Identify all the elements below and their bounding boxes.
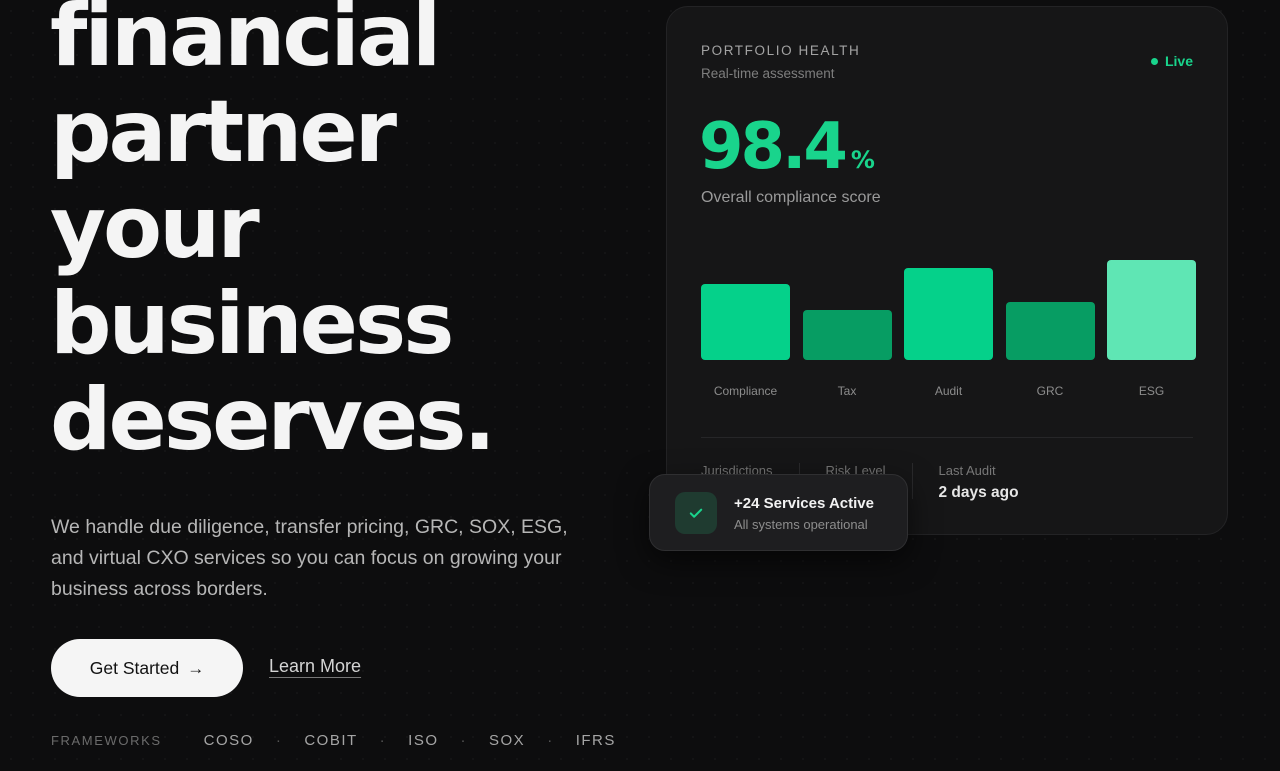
hero-description: We handle due diligence, transfer pricin…: [51, 516, 568, 600]
score-unit: %: [850, 146, 875, 174]
toast-subtitle: All systems operational: [734, 517, 868, 532]
card-divider: [701, 437, 1193, 438]
compliance-bar-chart: [701, 217, 1196, 360]
bar-audit: [904, 268, 993, 360]
portfolio-health-card: PORTFOLIO HEALTH Real-time assessment Li…: [666, 6, 1228, 535]
compliance-score: 98.4 %: [699, 107, 875, 187]
framework-item: SOX: [489, 732, 526, 749]
get-started-label: Get Started: [89, 657, 180, 678]
toast-title: +24 Services Active: [734, 495, 874, 512]
frameworks-label: FRAMEWORKS: [51, 733, 162, 748]
bar-label: Tax: [837, 384, 857, 398]
bar-compliance: [701, 284, 790, 360]
stat-label: Last Audit: [938, 463, 996, 478]
bar-tax: [802, 310, 892, 360]
live-badge: Live: [1150, 53, 1193, 69]
bar-label: ESG: [1138, 384, 1165, 398]
live-dot-icon: [1150, 57, 1158, 65]
card-title: PORTFOLIO HEALTH: [701, 43, 861, 58]
card-subtitle: Real-time assessment: [701, 66, 835, 81]
bar-esg: [1107, 260, 1196, 360]
arrow-right-icon: →: [187, 658, 205, 678]
headline-line: partner: [50, 82, 397, 182]
get-started-button[interactable]: Get Started →: [51, 639, 243, 697]
headline-line: deserves.: [50, 370, 496, 470]
learn-more-link[interactable]: Learn More: [269, 656, 361, 677]
bar-label: Audit: [934, 384, 963, 398]
bar-chart-labels: Compliance Tax Audit GRC ESG: [701, 384, 1196, 404]
framework-item: IFRS: [575, 732, 616, 749]
headline-line: your: [50, 178, 260, 278]
stat-value: 2 days ago: [938, 484, 1019, 501]
headline-line: financial: [50, 0, 441, 86]
score-caption: Overall compliance score: [701, 189, 881, 206]
framework-item: ISO: [408, 732, 439, 749]
stat-last-audit: Last Audit 2 days ago: [938, 463, 1045, 501]
frameworks-row: FRAMEWORKS COSO · COBIT · ISO · SOX · IF…: [51, 732, 616, 749]
framework-item: COBIT: [304, 732, 358, 749]
framework-separator: ·: [547, 732, 554, 749]
framework-separator: ·: [379, 732, 387, 749]
bar-label: GRC: [1036, 384, 1064, 398]
live-label: Live: [1164, 53, 1193, 69]
bar-grc: [1005, 302, 1095, 360]
check-icon: [675, 492, 717, 534]
bar-label: Compliance: [713, 384, 778, 398]
services-active-toast: +24 Services Active All systems operatio…: [649, 474, 908, 551]
framework-separator: ·: [460, 732, 467, 749]
score-value: 98.4: [699, 110, 848, 184]
headline-line: business: [50, 274, 454, 374]
framework-separator: ·: [275, 732, 283, 749]
framework-item: COSO: [203, 732, 254, 749]
hero-headline: financial partner your business deserves…: [50, 0, 496, 470]
